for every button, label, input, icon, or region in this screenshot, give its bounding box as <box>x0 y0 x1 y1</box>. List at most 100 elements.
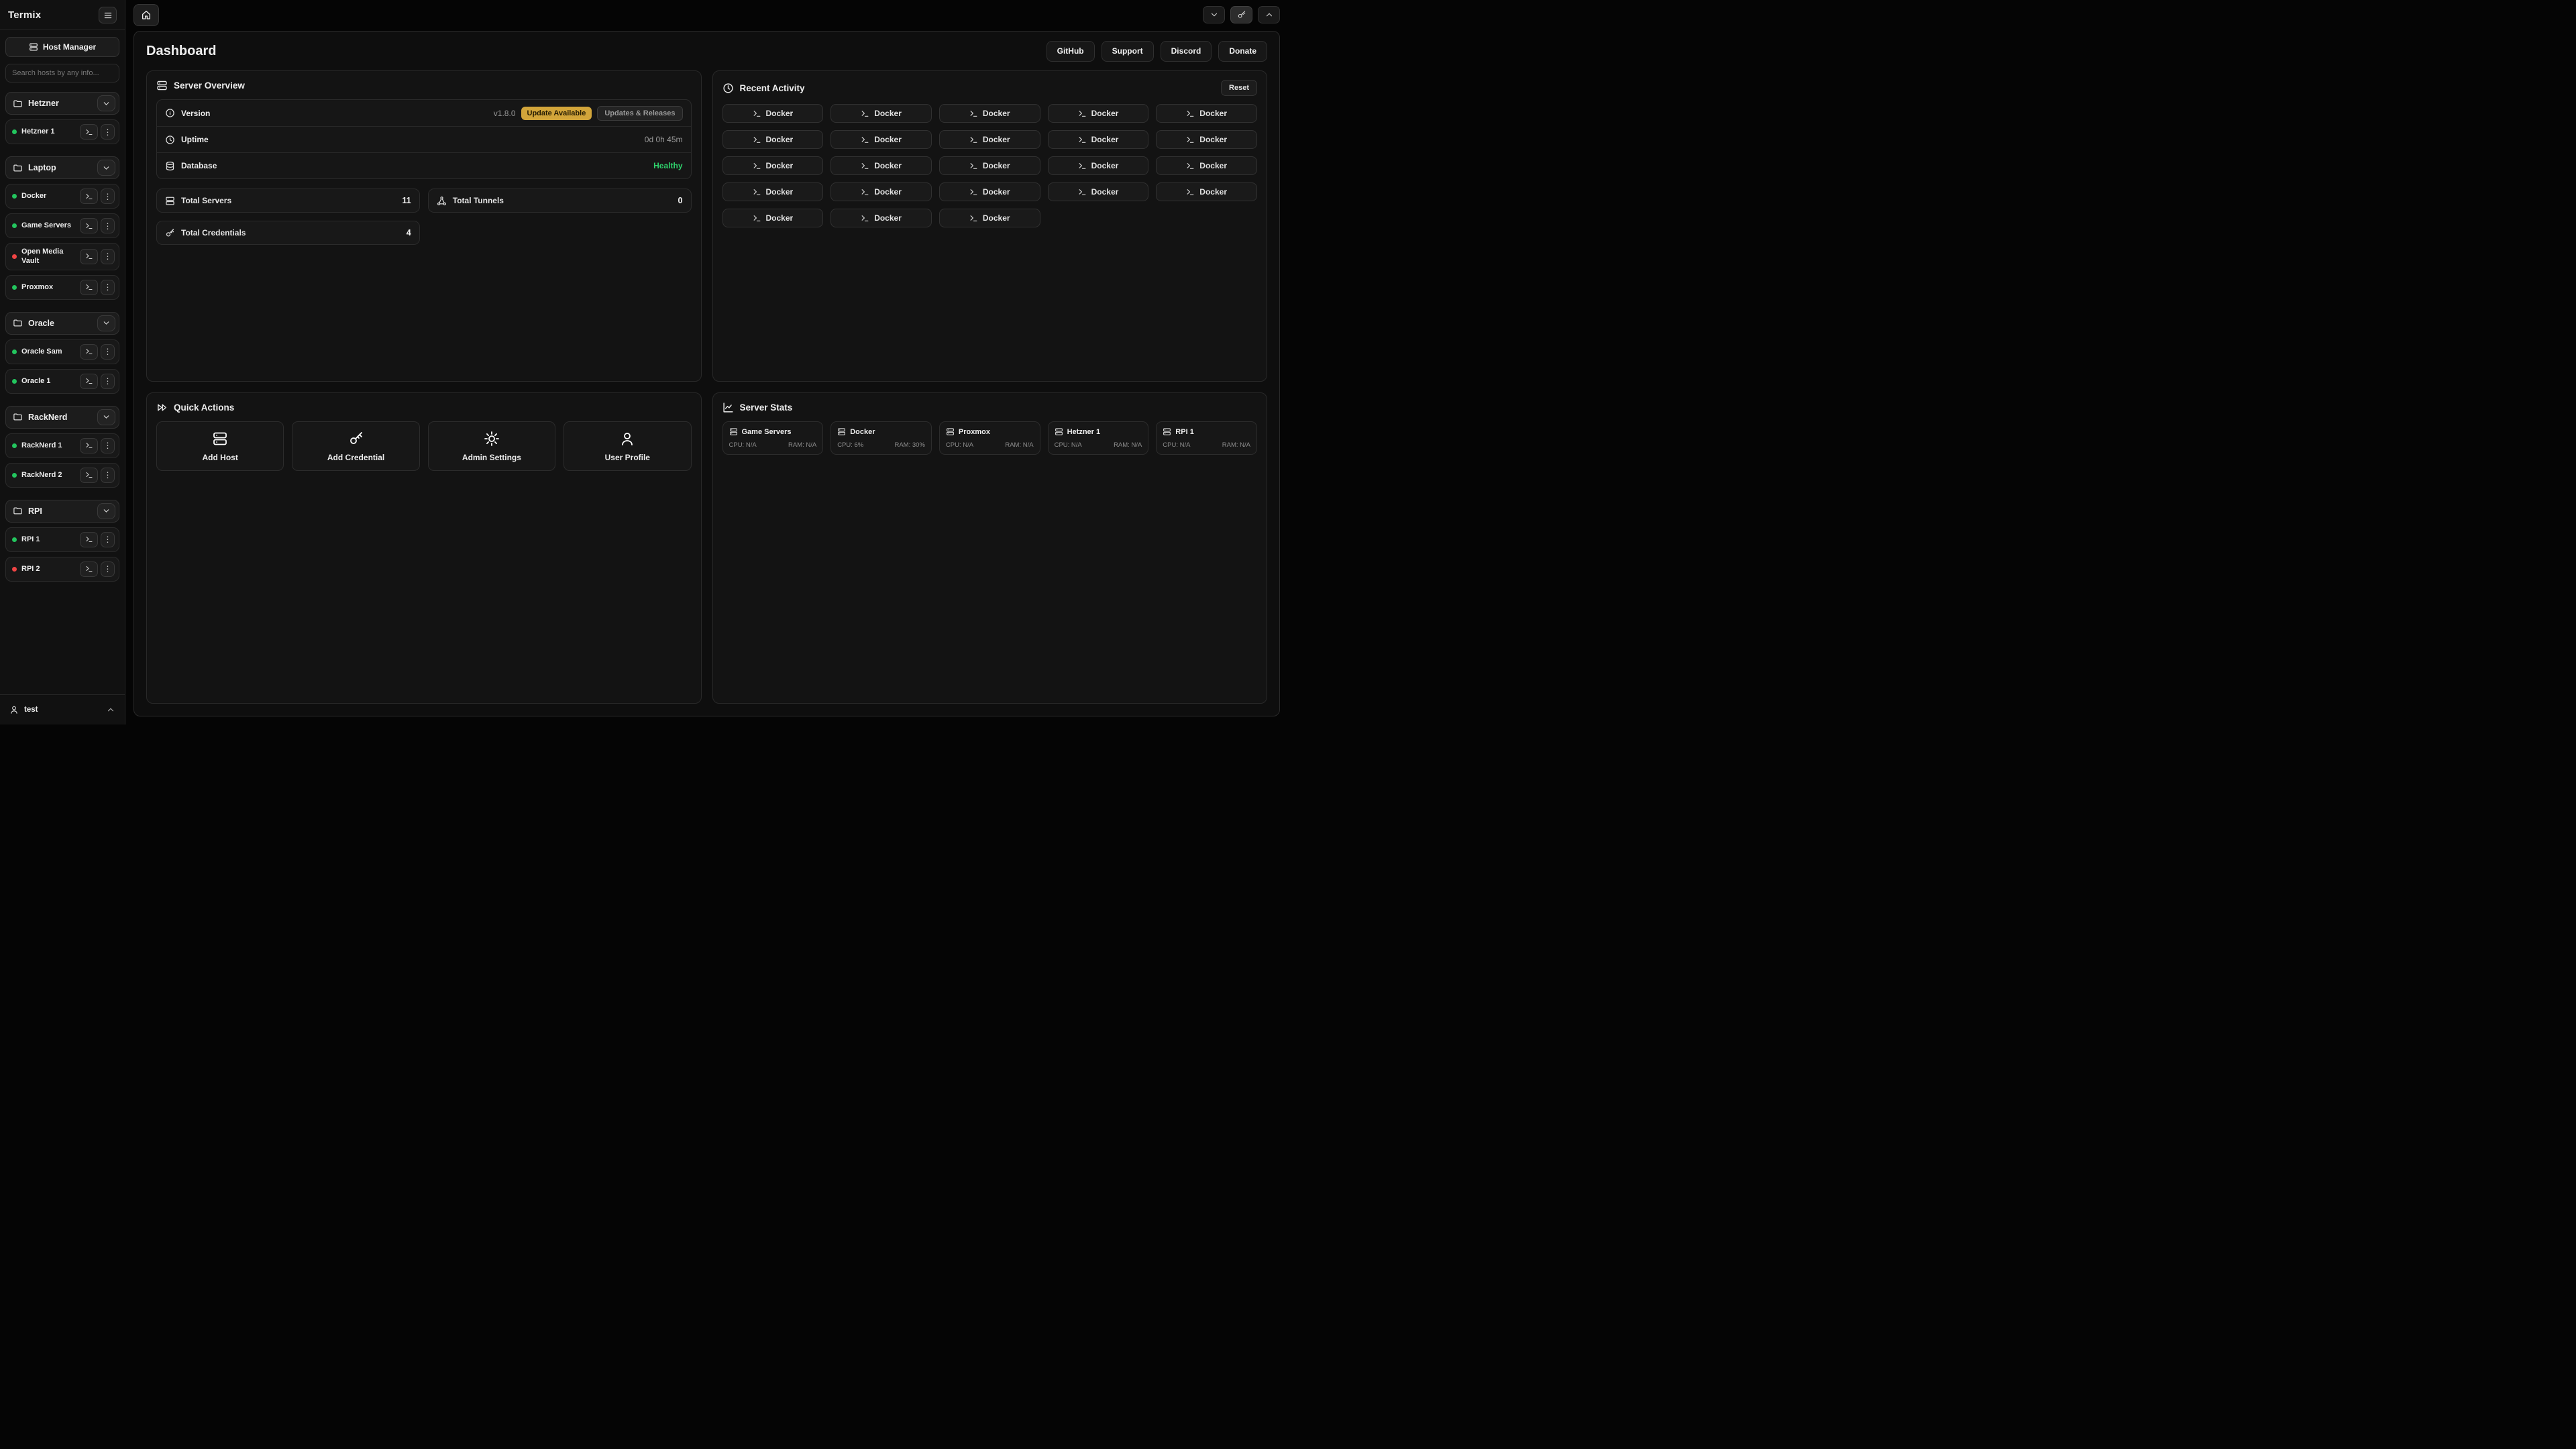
reset-button[interactable]: Reset <box>1221 80 1257 96</box>
host-item[interactable]: Oracle Sam ⋮ <box>5 339 119 364</box>
host-group-header[interactable]: Oracle <box>5 312 119 335</box>
tab-home[interactable] <box>133 4 159 26</box>
terminal-icon <box>1186 109 1195 118</box>
server-stat-cpu: CPU: N/A <box>1055 441 1082 449</box>
host-terminal-button[interactable] <box>80 561 98 577</box>
recent-host-button[interactable]: Docker <box>722 182 824 201</box>
recent-host-button[interactable]: Docker <box>1048 104 1149 123</box>
server-stat-card[interactable]: Docker CPU: 6% RAM: 30% <box>830 421 932 455</box>
host-menu-button[interactable]: ⋮ <box>101 468 115 483</box>
recent-host-button[interactable]: Docker <box>1156 156 1257 175</box>
host-name: Oracle Sam <box>21 347 75 356</box>
host-item[interactable]: Open Media Vault ⋮ <box>5 243 119 270</box>
host-item[interactable]: Hetzner 1 ⋮ <box>5 119 119 144</box>
host-item[interactable]: RPI 1 ⋮ <box>5 527 119 552</box>
recent-host-label: Docker <box>766 161 794 170</box>
recent-host-button[interactable]: Docker <box>830 156 932 175</box>
host-menu-button[interactable]: ⋮ <box>101 532 115 547</box>
host-terminal-button[interactable] <box>80 532 98 547</box>
add-credential-card[interactable]: Add Credential <box>292 421 419 471</box>
server-stat-card[interactable]: RPI 1 CPU: N/A RAM: N/A <box>1156 421 1257 455</box>
group-collapse-button[interactable] <box>97 315 115 331</box>
host-menu-button[interactable]: ⋮ <box>101 561 115 577</box>
recent-host-button[interactable]: Docker <box>939 182 1040 201</box>
host-menu-button[interactable]: ⋮ <box>101 344 115 360</box>
recent-host-button[interactable]: Docker <box>939 209 1040 227</box>
header-link-button[interactable]: Discord <box>1161 41 1212 62</box>
host-menu-button[interactable]: ⋮ <box>101 438 115 453</box>
recent-host-button[interactable]: Docker <box>722 156 824 175</box>
host-terminal-button[interactable] <box>80 280 98 295</box>
recent-host-button[interactable]: Docker <box>830 104 932 123</box>
host-terminal-button[interactable] <box>80 374 98 389</box>
header-link-button[interactable]: GitHub <box>1046 41 1095 62</box>
uptime-value: 0d 0h 45m <box>645 135 683 144</box>
group-collapse-button[interactable] <box>97 409 115 425</box>
recent-host-button[interactable]: Docker <box>830 130 932 149</box>
group-collapse-button[interactable] <box>97 503 115 519</box>
host-menu-button[interactable]: ⋮ <box>101 374 115 389</box>
host-group-header[interactable]: Laptop <box>5 156 119 179</box>
server-stat-card[interactable]: Game Servers CPU: N/A RAM: N/A <box>722 421 824 455</box>
user-menu[interactable]: test <box>0 695 125 724</box>
group-collapse-button[interactable] <box>97 95 115 111</box>
recent-host-button[interactable]: Docker <box>722 104 824 123</box>
recent-host-button[interactable]: Docker <box>1048 130 1149 149</box>
recent-host-button[interactable]: Docker <box>1048 156 1149 175</box>
add-host-card[interactable]: Add Host <box>156 421 284 471</box>
host-group-header[interactable]: RackNerd <box>5 406 119 429</box>
host-menu-button[interactable]: ⋮ <box>101 218 115 233</box>
recent-host-button[interactable]: Docker <box>1048 182 1149 201</box>
host-menu-button[interactable]: ⋮ <box>101 280 115 295</box>
host-menu-button[interactable]: ⋮ <box>101 189 115 204</box>
recent-host-button[interactable]: Docker <box>939 156 1040 175</box>
admin-settings-card[interactable]: Admin Settings <box>428 421 555 471</box>
host-item[interactable]: RPI 2 ⋮ <box>5 557 119 582</box>
host-item[interactable]: RackNerd 2 ⋮ <box>5 463 119 488</box>
host-item[interactable]: Oracle 1 ⋮ <box>5 369 119 394</box>
terminal-icon <box>1186 162 1195 170</box>
recent-host-button[interactable]: Docker <box>1156 104 1257 123</box>
host-terminal-button[interactable] <box>80 124 98 140</box>
chevron-down-icon <box>102 506 111 515</box>
server-stat-name: Docker <box>850 428 875 436</box>
group-collapse-button[interactable] <box>97 160 115 176</box>
recent-host-button[interactable]: Docker <box>722 130 824 149</box>
host-group-header[interactable]: RPI <box>5 500 119 523</box>
host-manager-button[interactable]: Host Manager <box>5 37 119 57</box>
host-group-header[interactable]: Hetzner <box>5 92 119 115</box>
user-profile-card[interactable]: User Profile <box>564 421 691 471</box>
host-terminal-button[interactable] <box>80 468 98 483</box>
tab-scroll-up-button[interactable] <box>1258 6 1280 23</box>
server-stat-card[interactable]: Proxmox CPU: N/A RAM: N/A <box>939 421 1040 455</box>
recent-host-button[interactable]: Docker <box>939 130 1040 149</box>
host-item[interactable]: Docker ⋮ <box>5 184 119 209</box>
host-item[interactable]: Proxmox ⋮ <box>5 275 119 300</box>
header-link-button[interactable]: Donate <box>1218 41 1267 62</box>
recent-host-button[interactable]: Docker <box>1156 182 1257 201</box>
header-link-button[interactable]: Support <box>1102 41 1154 62</box>
host-terminal-button[interactable] <box>80 249 98 264</box>
host-terminal-button[interactable] <box>80 438 98 453</box>
host-menu-button[interactable]: ⋮ <box>101 249 115 264</box>
host-status-dot <box>12 254 17 259</box>
host-search-input[interactable] <box>5 64 119 83</box>
recent-host-button[interactable]: Docker <box>1156 130 1257 149</box>
host-item[interactable]: Game Servers ⋮ <box>5 213 119 238</box>
sidebar-menu-button[interactable] <box>99 7 117 23</box>
host-item[interactable]: RackNerd 1 ⋮ <box>5 433 119 458</box>
server-stat-card[interactable]: Hetzner 1 CPU: N/A RAM: N/A <box>1048 421 1149 455</box>
server-stat-name: Hetzner 1 <box>1067 428 1101 436</box>
recent-host-button[interactable]: Docker <box>939 104 1040 123</box>
ssh-keys-button[interactable] <box>1230 6 1252 23</box>
updates-releases-button[interactable]: Updates & Releases <box>597 106 682 121</box>
tab-scroll-down-button[interactable] <box>1203 6 1225 23</box>
recent-host-button[interactable]: Docker <box>722 209 824 227</box>
recent-host-button[interactable]: Docker <box>830 209 932 227</box>
recent-host-button[interactable]: Docker <box>830 182 932 201</box>
host-terminal-button[interactable] <box>80 344 98 360</box>
host-terminal-button[interactable] <box>80 189 98 204</box>
app-title: Termix <box>8 9 41 21</box>
host-terminal-button[interactable] <box>80 218 98 233</box>
host-menu-button[interactable]: ⋮ <box>101 124 115 140</box>
